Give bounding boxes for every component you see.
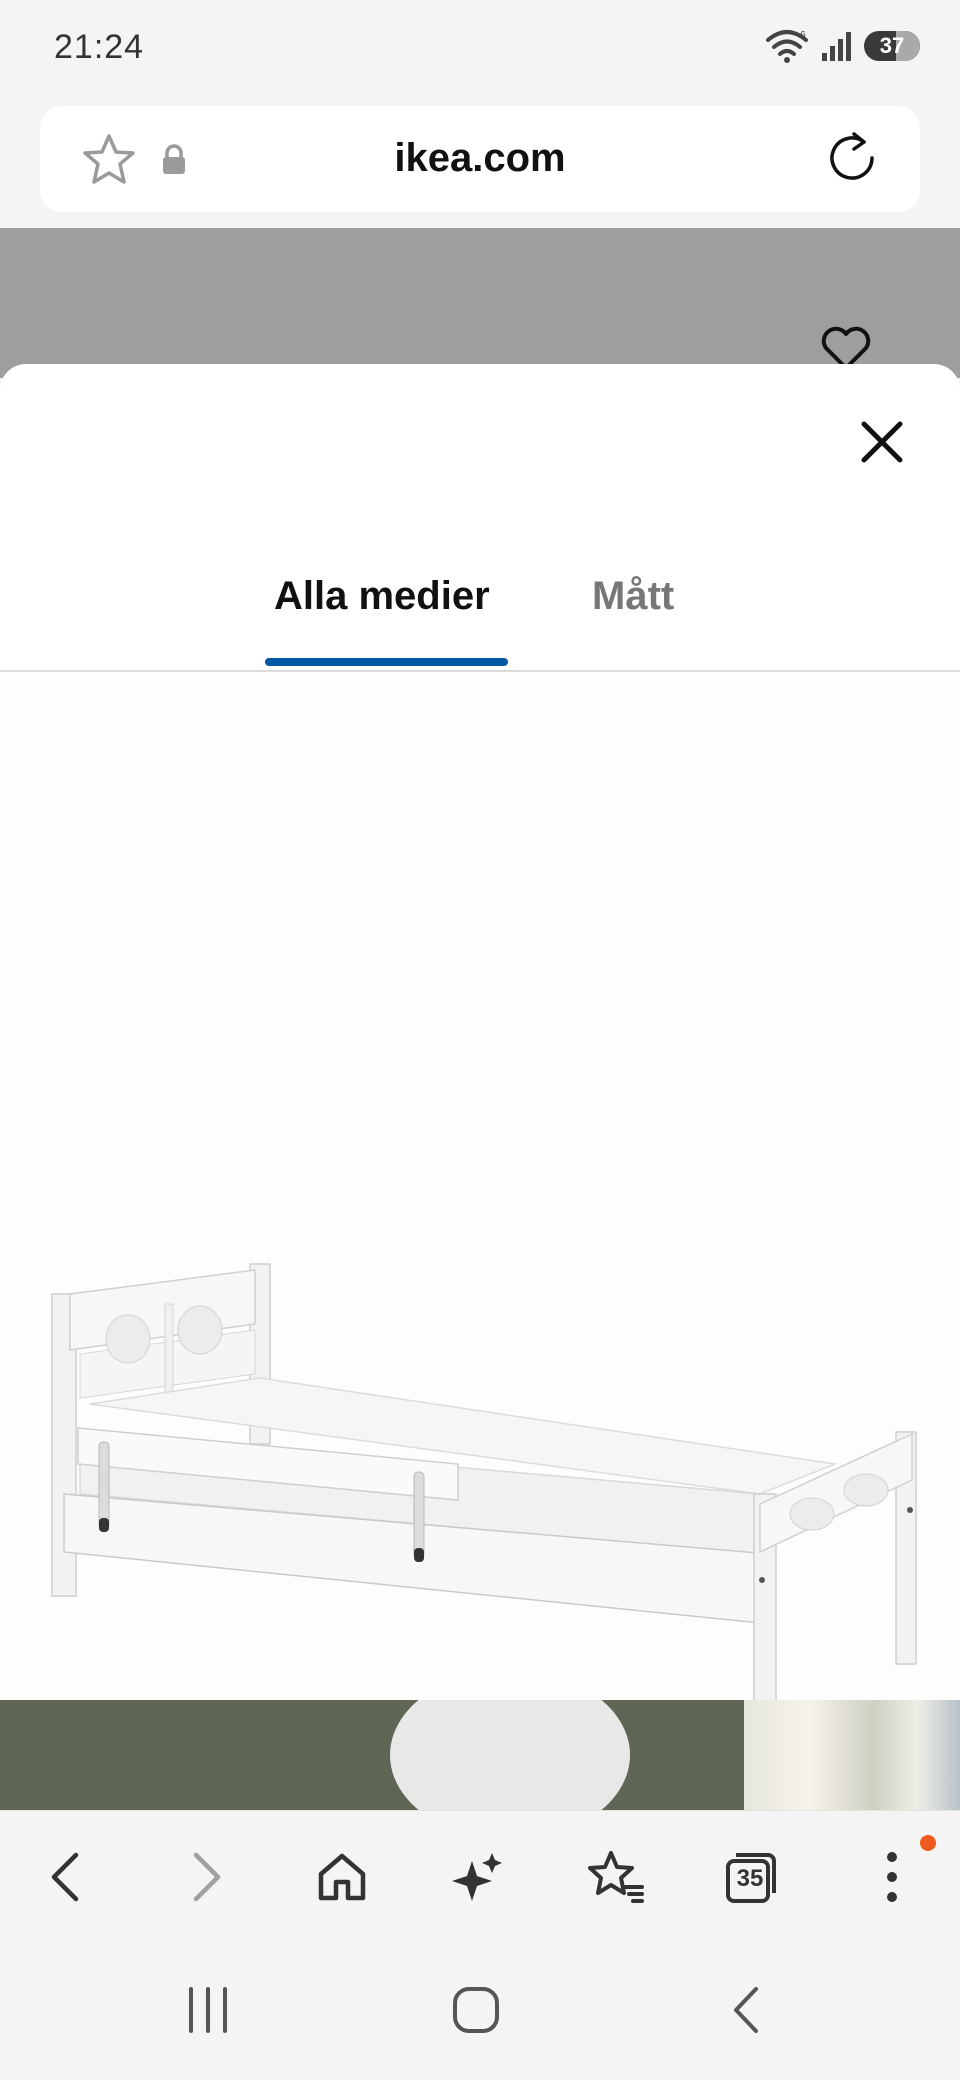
more-vertical-icon — [887, 1852, 897, 1902]
tab-matt[interactable]: Mått — [592, 574, 674, 619]
home-icon — [318, 1853, 366, 1901]
status-icons: 6 37 — [764, 28, 920, 64]
chevron-left-icon — [51, 1852, 79, 1902]
svg-text:6: 6 — [800, 30, 806, 41]
battery-level: 37 — [879, 33, 905, 58]
back-nav-button[interactable] — [716, 1980, 776, 2040]
home-circle-icon — [453, 1987, 499, 2033]
status-bar: 21:24 6 37 — [0, 0, 960, 100]
tabs-count: 35 — [736, 1865, 764, 1892]
tab-alla-medier[interactable]: Alla medier — [274, 574, 490, 619]
url-text[interactable]: ikea.com — [40, 136, 920, 181]
browser-toolbar: 35 — [0, 1810, 960, 1940]
media-tabs: Alla medier Mått — [0, 564, 960, 672]
status-time: 21:24 — [54, 28, 145, 66]
recent-apps-button[interactable] — [178, 1980, 238, 2040]
room-photo[interactable] — [0, 1700, 960, 1810]
back-button[interactable] — [36, 1847, 96, 1907]
bookmark-star-icon — [588, 1851, 644, 1903]
system-nav-bar — [0, 1940, 960, 2080]
home-nav-button[interactable] — [446, 1980, 506, 2040]
signal-icon — [822, 32, 851, 61]
wifi-icon: 6 — [766, 30, 808, 63]
paper-lamp — [390, 1700, 630, 1810]
close-icon[interactable] — [856, 416, 908, 468]
battery-icon: 37 — [864, 31, 920, 61]
reload-icon[interactable] — [824, 130, 880, 186]
bookmarks-button[interactable] — [586, 1847, 646, 1907]
menu-button[interactable] — [862, 1835, 936, 1907]
forward-button[interactable] — [176, 1847, 236, 1907]
tabs-button[interactable]: 35 — [722, 1847, 782, 1907]
curtain — [744, 1700, 960, 1810]
chevron-right-icon — [193, 1852, 221, 1902]
sparkle-icon — [452, 1853, 502, 1901]
product-image[interactable] — [0, 674, 960, 1700]
ai-assistant-button[interactable] — [448, 1847, 508, 1907]
notification-dot — [920, 1835, 936, 1851]
url-bar[interactable]: ikea.com — [40, 106, 920, 212]
media-modal: Alla medier Mått — [0, 364, 960, 1700]
back-nav-icon — [734, 1987, 758, 2033]
active-tab-indicator — [265, 658, 508, 666]
page-backdrop — [0, 228, 960, 378]
bed-illustration — [51, 1263, 917, 1700]
home-button[interactable] — [312, 1847, 372, 1907]
recents-icon — [189, 1987, 227, 2033]
